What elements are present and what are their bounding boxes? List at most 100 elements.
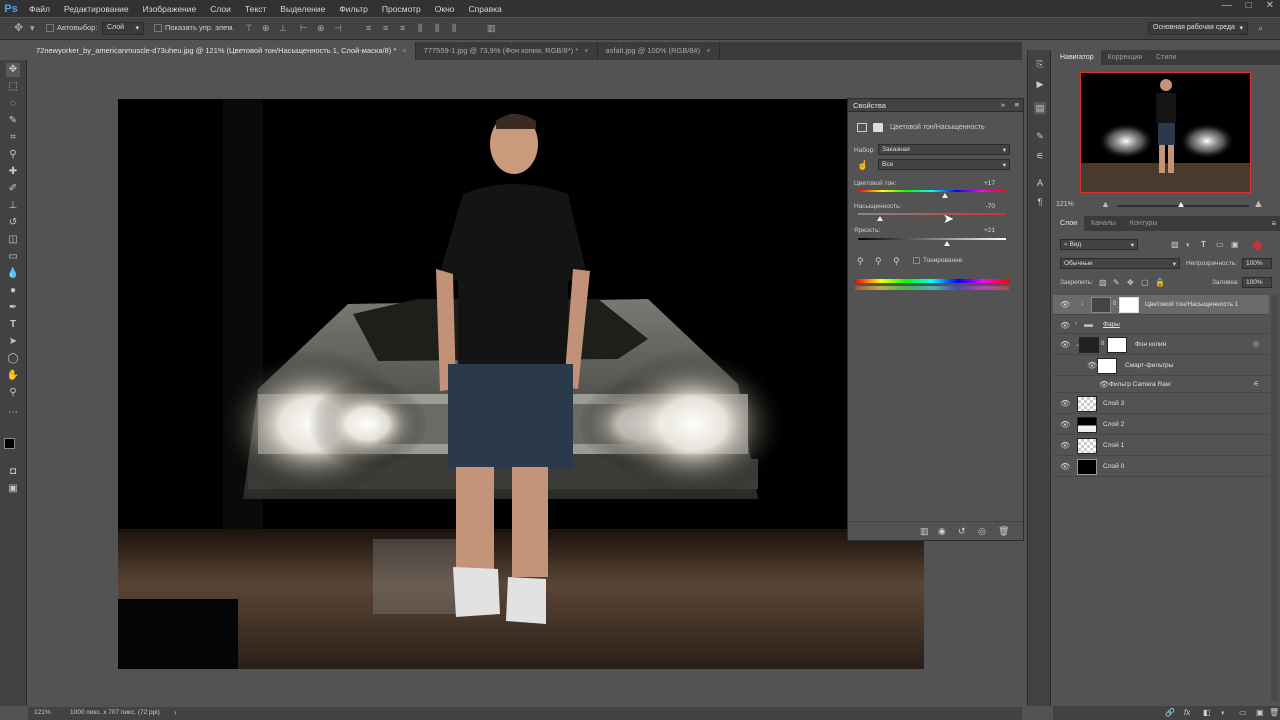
filter-options-icon[interactable]: ⚟: [1253, 380, 1259, 388]
align-hcenter-icon[interactable]: ⊕: [317, 23, 326, 33]
smart-filter-mask-thumb[interactable]: [1097, 358, 1117, 374]
distribute-hcenter-icon[interactable]: ⫼: [435, 23, 444, 33]
tab-close-icon[interactable]: ×: [584, 46, 588, 55]
chevron-down-icon[interactable]: ▾: [30, 23, 39, 33]
workspace-dropdown[interactable]: Основная рабочая среда ▾: [1148, 22, 1248, 35]
visibility-eye-icon[interactable]: 👁: [1099, 380, 1109, 389]
close-button[interactable]: ✕: [1266, 0, 1274, 11]
new-group-icon[interactable]: ▭: [1239, 708, 1247, 717]
navigator-preview[interactable]: [1080, 72, 1251, 193]
filter-smart-object-icon[interactable]: ▣: [1231, 240, 1239, 249]
delete-layer-icon[interactable]: 🗑: [1269, 708, 1279, 717]
visibility-eye-icon[interactable]: 👁: [1060, 399, 1070, 408]
delete-icon[interactable]: 🗑: [998, 526, 1009, 537]
lock-all-icon[interactable]: 🔒: [1155, 278, 1165, 287]
paragraph-icon[interactable]: ¶: [1034, 196, 1046, 208]
screen-mode-icon[interactable]: ▣: [6, 482, 20, 496]
path-select-tool-icon[interactable]: ➤: [6, 335, 20, 349]
adjustments-sliders-icon[interactable]: ⚟: [1034, 150, 1046, 162]
visibility-eye-icon[interactable]: 👁: [1060, 321, 1070, 330]
layer-filter-dropdown[interactable]: ⌕ Вид ▾: [1060, 239, 1138, 250]
tab-paths[interactable]: Контуры: [1123, 216, 1164, 231]
zoom-out-icon[interactable]: ▲: [1101, 199, 1110, 209]
more-tools-icon[interactable]: ⋯: [6, 406, 20, 420]
gradient-tool-icon[interactable]: ▭: [6, 250, 20, 264]
quick-mask-icon[interactable]: ◘: [6, 465, 20, 479]
menu-filter[interactable]: Фильтр: [332, 4, 375, 14]
lock-pixels-icon[interactable]: ✎: [1113, 278, 1120, 287]
hand-tool-icon[interactable]: ✋: [6, 369, 20, 383]
layer-name[interactable]: Фары: [1103, 321, 1120, 328]
tab-channels[interactable]: Каналы: [1084, 216, 1123, 231]
saturation-value[interactable]: -70: [965, 203, 995, 210]
filter-type-icon[interactable]: T: [1201, 240, 1206, 249]
auto-align-icon[interactable]: ▥: [487, 23, 496, 33]
marquee-tool-icon[interactable]: ⬚: [6, 80, 20, 94]
visibility-eye-icon[interactable]: ◎: [978, 526, 986, 537]
visibility-eye-icon[interactable]: 👁: [1060, 420, 1070, 429]
layer-name[interactable]: Слой 0: [1103, 463, 1124, 470]
tab-document-2[interactable]: 777559-1.jpg @ 73,9% (Фон копия, RGB/8*)…: [416, 42, 598, 60]
distribute-left-icon[interactable]: ⫼: [418, 23, 427, 33]
menu-type[interactable]: Текст: [238, 4, 273, 14]
align-right-icon[interactable]: ⊣: [334, 23, 343, 33]
layer-mask-thumb[interactable]: [1119, 297, 1139, 313]
zoom-in-icon[interactable]: ▲: [1253, 198, 1264, 210]
align-vcenter-icon[interactable]: ⊕: [262, 23, 271, 33]
menu-layers[interactable]: Слои: [203, 4, 238, 14]
preset-dropdown[interactable]: Заказная ▾: [878, 144, 1010, 155]
navigator-zoom[interactable]: 121%: [1056, 201, 1074, 208]
layer-name[interactable]: Слой 3: [1103, 400, 1124, 407]
menu-window[interactable]: Окно: [428, 4, 462, 14]
blur-tool-icon[interactable]: 💧: [6, 267, 20, 281]
tab-layers[interactable]: Слои: [1053, 216, 1085, 231]
eyedropper-tool-icon[interactable]: ⚲: [6, 148, 20, 162]
tab-close-icon[interactable]: ×: [402, 46, 406, 55]
shape-tool-icon[interactable]: ◯: [6, 352, 20, 366]
panel-menu-icon[interactable]: ≡: [1015, 100, 1019, 109]
lock-artboard-icon[interactable]: ▢: [1141, 278, 1149, 287]
tab-close-icon[interactable]: ×: [706, 46, 710, 55]
eraser-tool-icon[interactable]: ◫: [6, 233, 20, 247]
layer-row-smart-filters[interactable]: 👁 Смарт-фильтры: [1053, 356, 1269, 376]
zoom-slider-thumb[interactable]: [1178, 202, 1184, 207]
new-adjustment-icon[interactable]: ◐: [1221, 708, 1226, 717]
clip-to-layer-icon[interactable]: ▥: [920, 526, 929, 537]
eyedropper-icon[interactable]: ⚲: [857, 256, 864, 267]
healing-brush-tool-icon[interactable]: ✚: [6, 165, 20, 179]
maximize-button[interactable]: □: [1246, 0, 1252, 11]
eyedropper-minus-icon[interactable]: ⚲: [893, 256, 900, 267]
layer-name[interactable]: Цветовой тон/Насыщенность 1: [1145, 301, 1238, 308]
channel-dropdown[interactable]: Все ▾: [878, 159, 1010, 170]
visibility-eye-icon[interactable]: 👁: [1060, 340, 1070, 349]
lightness-slider[interactable]: [858, 238, 1006, 240]
saturation-slider-thumb[interactable]: [877, 216, 884, 221]
distribute-bottom-icon[interactable]: ≡: [400, 23, 409, 33]
minimize-button[interactable]: —: [1222, 0, 1232, 11]
status-menu-arrow-icon[interactable]: ›: [174, 708, 177, 717]
menu-help[interactable]: Справка: [462, 4, 509, 14]
new-layer-icon[interactable]: ▣: [1256, 708, 1264, 717]
document-canvas[interactable]: [118, 99, 924, 669]
status-zoom[interactable]: 121%: [34, 709, 51, 716]
layer-row-group-headlights[interactable]: 👁 › ▬ Фары: [1053, 316, 1269, 334]
add-mask-icon[interactable]: ◧: [1203, 708, 1211, 717]
mask-icon[interactable]: [873, 123, 883, 132]
tab-document-3[interactable]: asfalt.jpg @ 100% (RGB/8#) ×: [598, 42, 720, 60]
hue-slider[interactable]: [858, 190, 1006, 192]
move-tool-icon[interactable]: ✥: [14, 21, 23, 34]
autoselect-dropdown[interactable]: Слой ▾: [102, 22, 144, 35]
tab-document-1[interactable]: 72newyorker_by_americanmuscle-d73uheu.jp…: [28, 42, 416, 60]
move-tool-icon[interactable]: ✥: [6, 63, 20, 77]
hue-value[interactable]: +17: [965, 180, 995, 187]
align-left-icon[interactable]: ⊢: [300, 23, 309, 33]
lightness-slider-thumb[interactable]: [943, 241, 950, 246]
lightness-value[interactable]: +21: [965, 227, 995, 234]
saturation-slider[interactable]: [858, 213, 1006, 215]
search-icon[interactable]: ⌕: [1258, 23, 1267, 33]
layer-name[interactable]: Смарт-фильтры: [1125, 362, 1173, 369]
filter-toggle-icon[interactable]: [1253, 241, 1262, 250]
brush-tool-icon[interactable]: ✐: [6, 182, 20, 196]
distribute-top-icon[interactable]: ≡: [366, 23, 375, 33]
menu-select[interactable]: Выделение: [273, 4, 332, 14]
